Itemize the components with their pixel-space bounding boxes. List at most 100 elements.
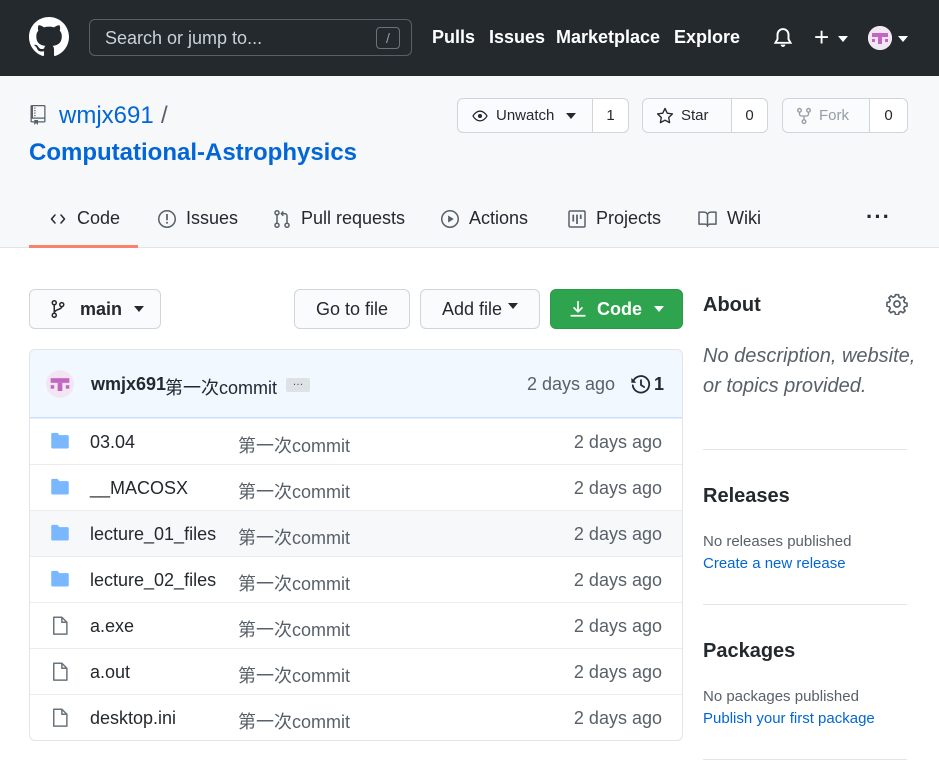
table-row[interactable]: 03.04 第一次commit 2 days ago [30, 418, 682, 464]
add-file-label: Add file [441, 298, 503, 319]
table-row[interactable]: a.exe 第一次commit 2 days ago [30, 602, 682, 648]
sidebar-divider [703, 449, 907, 450]
repo-owner-link[interactable]: wmjx691 [59, 102, 154, 130]
file-commit-message[interactable]: 第一次commit [238, 616, 350, 642]
search-input[interactable]: Search or jump to... / [89, 19, 412, 56]
table-row[interactable]: lecture_01_files 第一次commit 2 days ago [30, 510, 682, 556]
table-row[interactable]: lecture_02_files 第一次commit 2 days ago [30, 556, 682, 602]
file-name-link[interactable]: 03.04 [90, 432, 135, 453]
code-download-button[interactable]: Code [550, 289, 683, 329]
table-row[interactable]: a.out 第一次commit 2 days ago [30, 648, 682, 694]
tab-actions[interactable]: Actions [440, 208, 528, 229]
gear-icon[interactable] [886, 293, 908, 315]
star-label: Star [681, 107, 709, 124]
stars-count[interactable]: 0 [732, 99, 767, 132]
nav-pulls[interactable]: Pulls [432, 27, 475, 48]
download-icon [570, 300, 586, 317]
github-logo-icon[interactable] [29, 17, 69, 57]
watchers-count[interactable]: 1 [593, 99, 628, 132]
user-avatar[interactable] [868, 26, 892, 50]
file-name-link[interactable]: a.exe [90, 616, 134, 637]
branch-icon [51, 299, 65, 318]
file-commit-message[interactable]: 第一次commit [238, 662, 350, 688]
unwatch-label: Unwatch [496, 107, 555, 124]
file-name-link[interactable]: desktop.ini [90, 708, 176, 729]
repo-header: wmjx691 / Computational-Astrophysics Unw… [0, 76, 939, 248]
search-placeholder: Search or jump to... [105, 28, 263, 48]
tab-projects[interactable]: Projects [567, 208, 661, 229]
file-name-link[interactable]: lecture_02_files [90, 570, 216, 591]
issue-icon [158, 209, 176, 228]
tab-code[interactable]: Code [48, 208, 120, 229]
tab-code-label: Code [77, 208, 121, 228]
nav-issues[interactable]: Issues [489, 27, 545, 48]
file-commit-message[interactable]: 第一次commit [238, 708, 350, 734]
identicon-icon [868, 26, 892, 50]
branch-select-button[interactable]: main [29, 289, 161, 329]
file-commit-message[interactable]: 第一次commit [238, 432, 350, 458]
play-icon [441, 209, 459, 228]
book-icon [698, 210, 717, 227]
go-to-file-button[interactable]: Go to file [294, 289, 410, 329]
repo-name-link[interactable]: Computational-Astrophysics [29, 139, 357, 167]
notifications-bell-icon[interactable] [772, 27, 794, 49]
folder-icon [51, 524, 69, 541]
nav-explore[interactable]: Explore [674, 27, 740, 48]
fork-icon [797, 107, 811, 124]
add-file-caret-icon [508, 303, 519, 309]
table-row[interactable]: __MACOSX 第一次commit 2 days ago [30, 464, 682, 510]
folder-icon [51, 478, 69, 495]
create-release-link[interactable]: Create a new release [703, 555, 846, 572]
more-tabs-button[interactable]: ··· [866, 204, 891, 230]
identicon-icon [46, 370, 74, 398]
sidebar-divider [703, 604, 907, 605]
publish-package-link[interactable]: Publish your first package [703, 710, 875, 727]
star-button-group: Star 0 [642, 98, 768, 133]
file-commit-time: 2 days ago [573, 432, 662, 452]
branch-caret-icon [134, 306, 145, 312]
file-commit-message[interactable]: 第一次commit [238, 570, 350, 596]
create-new-button[interactable]: + [814, 24, 829, 50]
commit-message-link[interactable]: 第一次commit [165, 374, 277, 400]
table-row[interactable]: desktop.ini 第一次commit 2 days ago [30, 694, 682, 740]
pull-request-icon [274, 209, 290, 228]
commit-time[interactable]: 2 days ago [527, 374, 615, 395]
forks-count[interactable]: 0 [870, 99, 907, 132]
tab-issues[interactable]: Issues [157, 208, 238, 229]
create-new-caret-icon[interactable] [838, 36, 848, 42]
commit-author-avatar[interactable] [46, 370, 74, 398]
releases-heading[interactable]: Releases [703, 485, 790, 508]
commit-count[interactable]: 1 [654, 374, 664, 395]
repo-path-separator: / [161, 102, 168, 129]
file-commit-message[interactable]: 第一次commit [238, 478, 350, 504]
file-name-link[interactable]: lecture_01_files [90, 524, 216, 545]
code-caret-icon [654, 306, 664, 312]
tab-issues-label: Issues [186, 208, 239, 228]
search-shortcut-hint: / [376, 27, 400, 49]
file-commit-message[interactable]: 第一次commit [238, 524, 350, 550]
file-name-link[interactable]: a.out [90, 662, 130, 683]
add-file-button[interactable]: Add file [420, 289, 540, 329]
watch-button-group: Unwatch 1 [457, 98, 629, 133]
tab-wiki[interactable]: Wiki [697, 208, 761, 229]
fork-button[interactable]: Fork [783, 99, 870, 132]
packages-heading[interactable]: Packages [703, 640, 795, 663]
tab-projects-label: Projects [596, 208, 662, 228]
global-header: Search or jump to... / Pulls Issues Mark… [0, 0, 939, 76]
file-commit-time: 2 days ago [573, 662, 662, 682]
code-button-label: Code [597, 298, 642, 319]
tab-pull-requests[interactable]: Pull requests [272, 208, 405, 229]
unwatch-button[interactable]: Unwatch [458, 99, 593, 132]
nav-marketplace[interactable]: Marketplace [556, 27, 660, 48]
commit-author-link[interactable]: wmjx691 [91, 374, 166, 395]
sidebar-divider [703, 759, 907, 760]
file-icon [53, 616, 68, 635]
star-icon [656, 107, 674, 123]
history-icon[interactable] [630, 374, 652, 396]
commit-expand-button[interactable]: … [286, 377, 310, 392]
file-name-link[interactable]: __MACOSX [90, 478, 188, 499]
star-button[interactable]: Star [643, 99, 732, 132]
user-menu-caret-icon[interactable] [898, 36, 908, 42]
branch-name: main [80, 298, 123, 319]
latest-commit-bar: wmjx691 第一次commit … 2 days ago 1 [30, 350, 682, 418]
